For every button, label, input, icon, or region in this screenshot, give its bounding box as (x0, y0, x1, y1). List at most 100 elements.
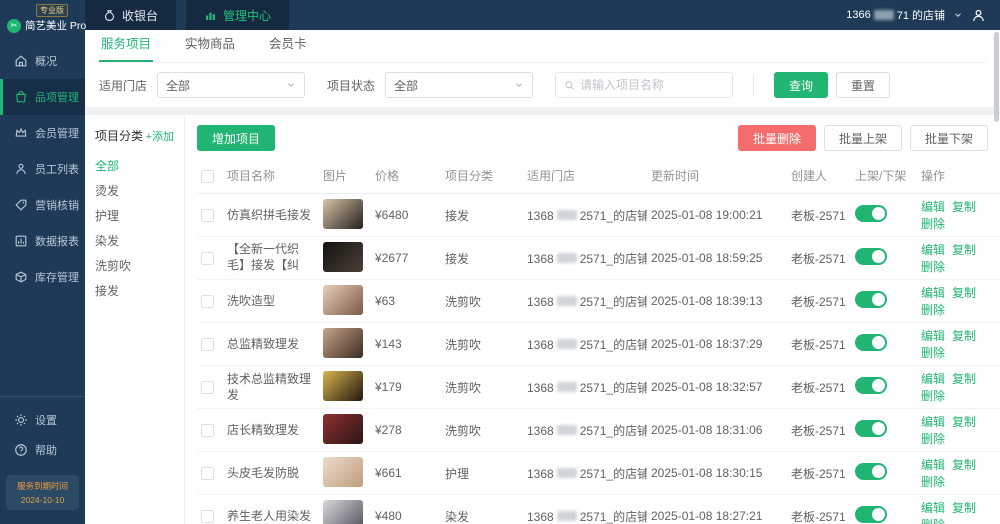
crown-icon (14, 126, 28, 140)
on-off-toggle[interactable] (855, 334, 887, 351)
sidebar-item-概况[interactable]: 概况 (0, 43, 85, 79)
search-input[interactable] (580, 78, 725, 92)
edit-link[interactable]: 编辑 (921, 458, 945, 472)
reset-button[interactable]: 重置 (836, 72, 891, 98)
delete-link[interactable]: 删除 (921, 303, 945, 317)
table-row: 仿真织拼毛接发 ¥6480 接发 1368 2571_的店铺 2025-01-08… (197, 193, 1000, 237)
on-off-toggle[interactable] (855, 291, 887, 308)
copy-link[interactable]: 复制 (952, 372, 976, 386)
column-header: 价格 (371, 161, 441, 194)
tab-服务项目[interactable]: 服务项目 (99, 33, 154, 62)
category-item-烫发[interactable]: 烫发 (95, 179, 174, 204)
select-all-checkbox[interactable] (201, 169, 214, 183)
sidebar-item-营销核销[interactable]: 营销核销 (0, 187, 85, 223)
row-checkbox[interactable] (201, 338, 214, 352)
sidebar-item-数据报表[interactable]: 数据报表 (0, 223, 85, 259)
query-button[interactable]: 查询 (774, 72, 829, 98)
row-checkbox[interactable] (201, 209, 214, 223)
scrollbar-thumb[interactable] (994, 32, 999, 122)
sidebar-item-settings[interactable]: 设置 (0, 405, 85, 435)
copy-link[interactable]: 复制 (952, 286, 976, 300)
row-checkbox[interactable] (201, 467, 214, 481)
category-item-染发[interactable]: 染发 (95, 229, 174, 254)
category-item-洗剪吹[interactable]: 洗剪吹 (95, 254, 174, 279)
item-price: ¥480 (371, 494, 441, 524)
sidebar-item-label: 营销核销 (35, 200, 79, 212)
tab-会员卡[interactable]: 会员卡 (267, 33, 309, 62)
edit-link[interactable]: 编辑 (921, 372, 945, 386)
delete-link[interactable]: 删除 (921, 260, 945, 274)
item-category: 洗剪吹 (441, 365, 523, 409)
items-table: 项目名称 图片 价格 项目分类 适用门店 更新时间 创建人 上架/下架 操作 仿真织拼毛接发 ¥… (197, 161, 1000, 524)
row-checkbox[interactable] (201, 252, 214, 266)
delete-link[interactable]: 删除 (921, 432, 945, 446)
masked-text (556, 252, 577, 263)
tab-实物商品[interactable]: 实物商品 (183, 33, 237, 62)
sidebar-item-品项管理[interactable]: 品项管理 (0, 79, 85, 115)
item-image (323, 198, 363, 229)
on-off-toggle[interactable] (855, 205, 887, 222)
category-item-全部[interactable]: 全部 (95, 154, 174, 179)
on-off-toggle[interactable] (855, 420, 887, 437)
batch-on-button[interactable]: 批量上架 (823, 125, 902, 151)
copy-link[interactable]: 复制 (952, 329, 976, 343)
category-item-接发[interactable]: 接发 (95, 279, 174, 304)
sidebar-item-会员管理[interactable]: 会员管理 (0, 115, 85, 151)
store-select[interactable]: 全部 (157, 72, 306, 98)
copy-link[interactable]: 复制 (952, 501, 976, 515)
on-off-toggle[interactable] (855, 463, 887, 480)
row-checkbox[interactable] (201, 381, 214, 395)
edit-link[interactable]: 编辑 (921, 501, 945, 515)
edit-link[interactable]: 编辑 (921, 415, 945, 429)
divider (0, 396, 85, 397)
search-icon (565, 80, 574, 90)
category-item-护理[interactable]: 护理 (95, 204, 174, 229)
copy-link[interactable]: 复制 (952, 415, 976, 429)
masked-text (556, 381, 577, 392)
row-checkbox[interactable] (201, 424, 214, 438)
copy-link[interactable]: 复制 (952, 243, 976, 257)
on-off-toggle[interactable] (855, 506, 887, 523)
item-category: 洗剪吹 (441, 322, 523, 366)
brand-name: 简艺美业 Pro (25, 20, 87, 32)
row-checkbox[interactable] (201, 510, 214, 524)
add-category-button[interactable]: +添加 (146, 128, 174, 144)
item-name: 技术总监精致理发 (227, 371, 312, 402)
sidebar-footer: 设置 帮助 服务到期时间 2024-10-10 (0, 396, 85, 524)
copy-link[interactable]: 复制 (952, 200, 976, 214)
sidebar-item-help[interactable]: 帮助 (0, 435, 85, 465)
batch-delete-button[interactable]: 批量删除 (737, 125, 816, 151)
on-off-toggle[interactable] (855, 248, 887, 265)
edit-link[interactable]: 编辑 (921, 329, 945, 343)
sidebar-item-员工列表[interactable]: 员工列表 (0, 151, 85, 187)
category-header: 项目分类 +添加 (95, 127, 174, 144)
add-item-button[interactable]: 增加项目 (197, 125, 276, 151)
management-tab-label: 管理中心 (223, 8, 272, 23)
sidebar-item-label: 品项管理 (35, 92, 79, 104)
delete-link[interactable]: 删除 (921, 346, 945, 360)
item-creator: 老板-2571 (787, 494, 851, 524)
vertical-scrollbar[interactable] (994, 32, 999, 518)
account-store-name[interactable]: 1366 71 的店铺 (846, 7, 945, 23)
item-image (323, 284, 363, 315)
sidebar-item-库存管理[interactable]: 库存管理 (0, 259, 85, 295)
tab-cashier[interactable]: 收银台 (85, 0, 177, 30)
edit-link[interactable]: 编辑 (921, 200, 945, 214)
status-select[interactable]: 全部 (385, 72, 534, 98)
user-icon[interactable] (971, 8, 986, 23)
delete-link[interactable]: 删除 (921, 475, 945, 489)
tab-management-center[interactable]: 管理中心 (186, 0, 290, 30)
edit-link[interactable]: 编辑 (921, 243, 945, 257)
delete-link[interactable]: 删除 (921, 518, 945, 524)
edit-link[interactable]: 编辑 (921, 286, 945, 300)
copy-link[interactable]: 复制 (952, 458, 976, 472)
row-checkbox[interactable] (201, 295, 214, 309)
on-off-toggle[interactable] (855, 377, 887, 394)
delete-link[interactable]: 删除 (921, 217, 945, 231)
batch-off-button[interactable]: 批量下架 (909, 125, 988, 151)
account-suffix: 71 的店铺 (896, 10, 945, 22)
delete-link[interactable]: 删除 (921, 389, 945, 403)
sidebar-item-label: 数据报表 (35, 236, 79, 248)
item-store: 1368 2571_的店铺 (523, 494, 647, 524)
table-body: 仿真织拼毛接发 ¥6480 接发 1368 2571_的店铺 2025-01-08… (197, 193, 1000, 524)
